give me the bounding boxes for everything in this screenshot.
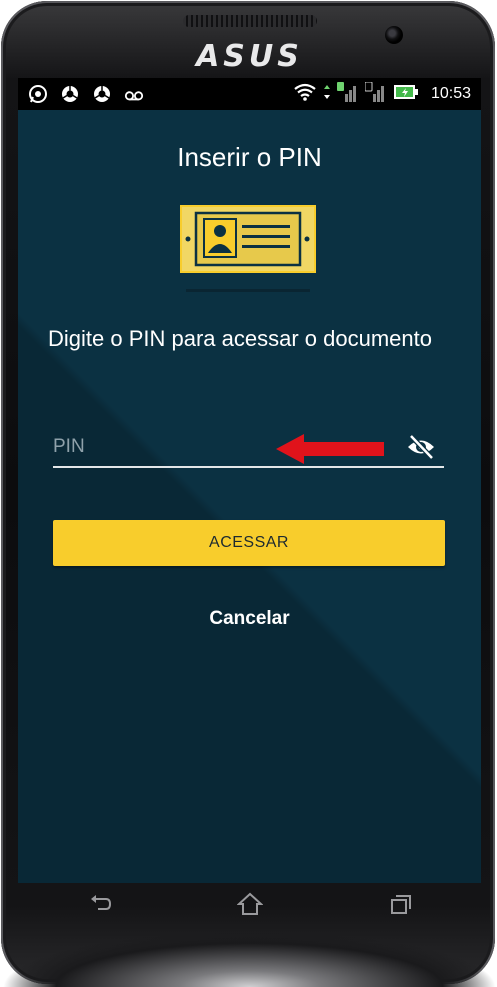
pin-field: [53, 430, 444, 468]
brand-logo: ASUS: [196, 39, 303, 74]
red-arrow-annotation: [276, 434, 384, 464]
nav-bar: [1, 885, 497, 923]
app-screen: 10:53 Inserir o PIN Digite o PIN para ac…: [18, 78, 481, 883]
signal-sim2-icon: [364, 81, 387, 107]
back-icon[interactable]: [87, 891, 115, 917]
earpiece-speaker: [183, 15, 317, 27]
status-clock: 10:53: [430, 85, 471, 102]
signal-sim1-icon: [336, 81, 359, 107]
phone-bottom-edge: [1, 931, 497, 987]
voicemail-icon: [124, 84, 144, 104]
wifi-icon: [293, 83, 317, 106]
battery-charging-icon: [393, 83, 419, 106]
id-card-illustration: [180, 205, 316, 292]
access-button[interactable]: ACESSAR: [53, 520, 445, 566]
chrome-icon: [60, 84, 80, 104]
recent-apps-icon[interactable]: [387, 891, 415, 917]
phone-frame: ASUS 10:53 Inserir o PIN Digite o PIN pa…: [1, 1, 497, 987]
home-icon[interactable]: [236, 891, 264, 917]
visibility-toggle-icon[interactable]: [406, 434, 436, 460]
status-bar: 10:53: [18, 78, 481, 110]
pin-instructions: Digite o PIN para acessar o documento: [48, 326, 432, 351]
page-title: Inserir o PIN: [177, 142, 322, 172]
chrome-icon: [92, 84, 112, 104]
cancel-button[interactable]: Cancelar: [18, 608, 481, 630]
whatsapp-icon: [28, 84, 48, 104]
data-transfer-icon: [323, 83, 331, 106]
